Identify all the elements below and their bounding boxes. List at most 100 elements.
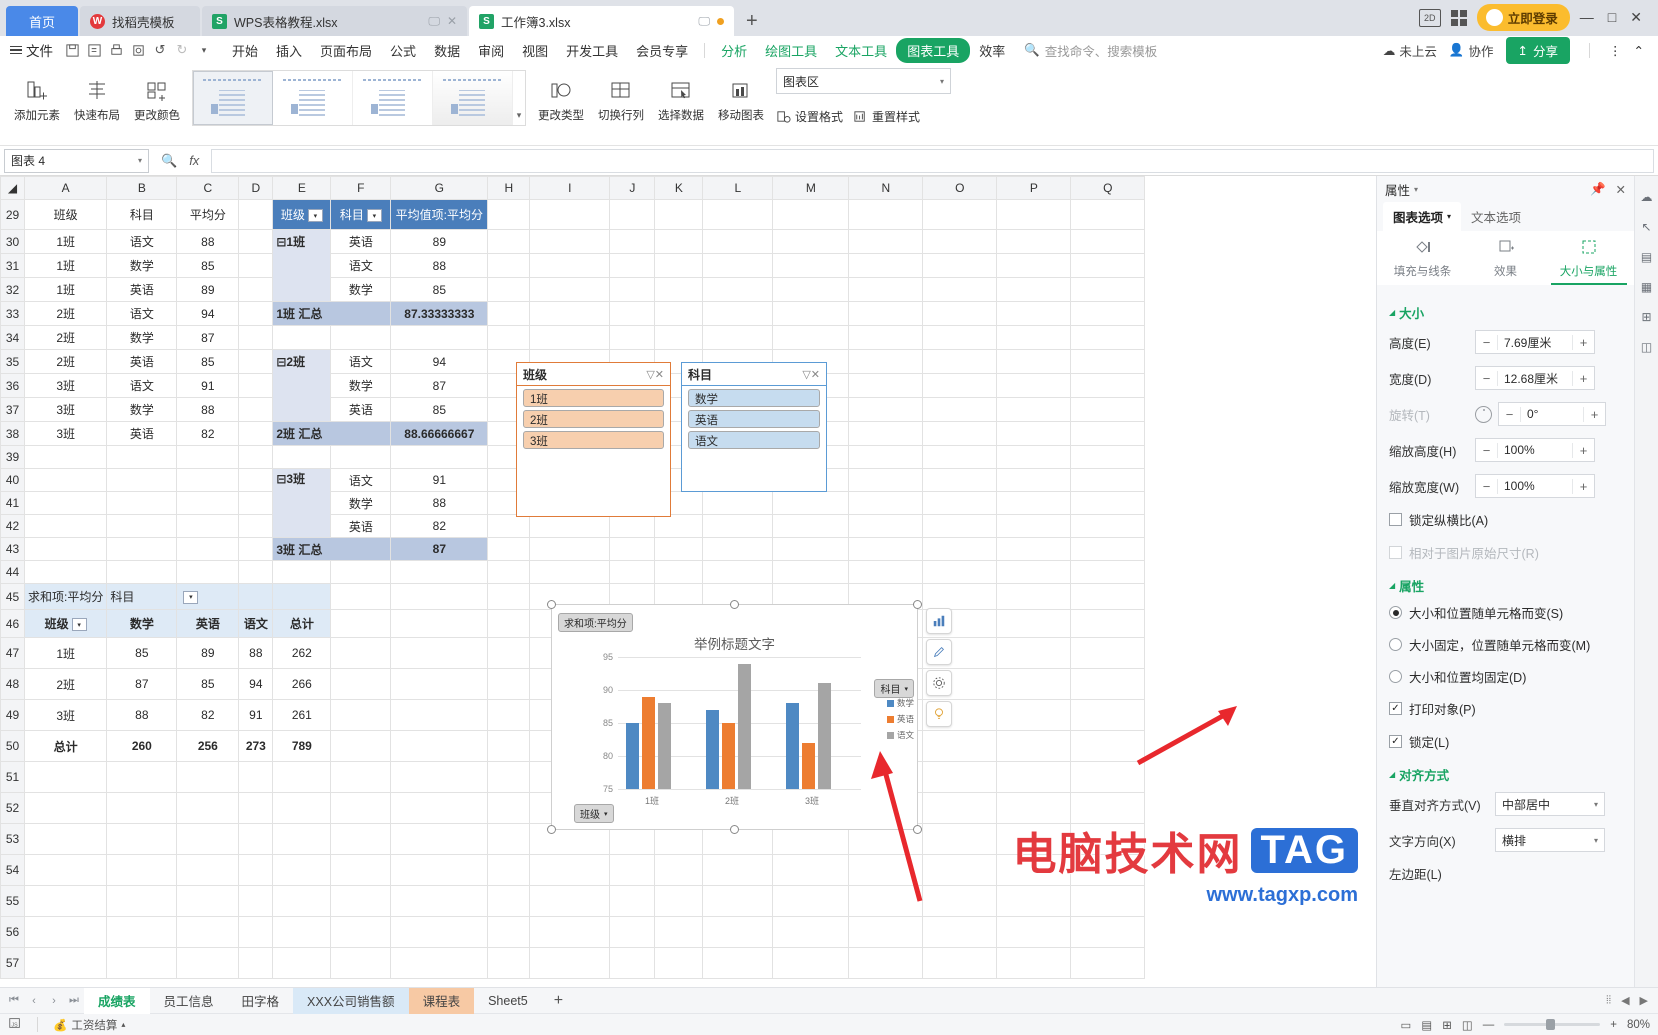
cell-G57[interactable] xyxy=(390,947,489,979)
cell-D38[interactable] xyxy=(238,421,274,446)
cell-A37[interactable]: 3班 xyxy=(23,397,108,422)
cell-J56[interactable] xyxy=(609,916,656,948)
spreadsheet-grid[interactable]: ◢ A B C D E F G H I J K L M N O P Q 29 班… xyxy=(0,176,1146,979)
cell-P29[interactable] xyxy=(996,199,1072,230)
cell-G35[interactable]: 94 xyxy=(390,349,489,374)
pivot2-grand-2[interactable]: 273 xyxy=(238,730,274,762)
cell-C52[interactable] xyxy=(176,792,240,824)
col-header-A[interactable]: A xyxy=(23,176,108,200)
slicer-class-item-2[interactable]: 2班 xyxy=(523,410,664,428)
cell-G32[interactable]: 85 xyxy=(390,277,489,302)
cell-D30[interactable] xyxy=(238,229,274,254)
cell-H33[interactable] xyxy=(487,301,531,326)
cell-D53[interactable] xyxy=(238,823,274,855)
scale-height-stepper[interactable]: − 100% + xyxy=(1475,438,1595,462)
row-header-53[interactable]: 53 xyxy=(0,823,25,855)
cell-D37[interactable] xyxy=(238,397,274,422)
rotation-knob[interactable] xyxy=(1475,405,1492,423)
tab-wps-tutorial[interactable]: S WPS表格教程.xlsx 🖵 ✕ xyxy=(202,6,467,36)
cell-G39[interactable] xyxy=(390,445,489,469)
shapes-icon[interactable]: ◫ xyxy=(1641,340,1652,354)
cell-I42[interactable] xyxy=(529,514,611,538)
cell-L32[interactable] xyxy=(702,277,774,302)
pivot2-cell-2-2[interactable]: 94 xyxy=(238,668,274,700)
cell-K42[interactable] xyxy=(654,514,704,538)
cell-M56[interactable] xyxy=(772,916,850,948)
cell-K30[interactable] xyxy=(654,229,704,254)
radio-dont-move-or-size[interactable]: 大小和位置均固定(D) xyxy=(1389,667,1622,686)
fx-icon[interactable]: fx xyxy=(189,153,199,168)
cell-N54[interactable] xyxy=(848,854,924,886)
menu-item-analysis[interactable]: 分析 xyxy=(712,38,756,63)
legend-entry-math[interactable]: 数学 xyxy=(886,697,914,709)
row-header-38[interactable]: 38 xyxy=(0,421,25,446)
cell-B36[interactable]: 语文 xyxy=(106,373,178,398)
menu-item-chart-tools[interactable]: 图表工具 xyxy=(896,37,971,63)
pivot2-cell-3-3[interactable]: 261 xyxy=(272,699,332,731)
section-properties[interactable]: ◢ 属性 xyxy=(1389,576,1622,595)
row-header-49[interactable]: 49 xyxy=(0,699,25,731)
cell-D55[interactable] xyxy=(238,885,274,917)
col-header-Q[interactable]: Q xyxy=(1070,176,1146,200)
new-tab-button[interactable]: + xyxy=(734,10,770,36)
undo-icon[interactable]: ↺ xyxy=(149,40,171,60)
cell-N38[interactable] xyxy=(848,421,924,446)
page-break-icon[interactable]: ⊞ xyxy=(1442,1018,1452,1032)
chart-object[interactable]: 求和项:平均分 班级 ▾ 举例标题文字 95 90 85 80 75 1班 2班… xyxy=(551,604,918,830)
cell-F57[interactable] xyxy=(330,947,392,979)
close-button[interactable]: ✕ xyxy=(1630,9,1642,26)
row-header-39[interactable]: 39 xyxy=(0,445,25,469)
pivot2-row-label-3[interactable]: 3班 xyxy=(23,699,108,731)
cell-Q37[interactable] xyxy=(1070,397,1146,422)
table-row[interactable]: 44 xyxy=(0,560,1146,584)
cell-P44[interactable] xyxy=(996,560,1072,584)
cell-F35[interactable]: 语文 xyxy=(330,349,392,374)
cell-H53[interactable] xyxy=(487,823,531,855)
cell-E45[interactable] xyxy=(272,583,332,610)
reading-icon[interactable]: ◫ xyxy=(1462,1018,1473,1032)
cell-N44[interactable] xyxy=(848,560,924,584)
section-alignment[interactable]: ◢ 对齐方式 xyxy=(1389,765,1622,784)
scale-width-decrement-button[interactable]: − xyxy=(1476,478,1498,494)
pivot2-cell-1-1[interactable]: 89 xyxy=(176,637,240,669)
save-icon[interactable] xyxy=(61,40,83,60)
cell-G36[interactable]: 87 xyxy=(390,373,489,398)
cell-Q49[interactable] xyxy=(1070,699,1146,731)
chart-legend[interactable]: 数学 英语 语文 xyxy=(886,697,914,745)
col-header-F[interactable]: F xyxy=(330,176,392,200)
cell-F30[interactable]: 英语 xyxy=(330,229,392,254)
cell-Q50[interactable] xyxy=(1070,730,1146,762)
row-header-35[interactable]: 35 xyxy=(0,349,25,374)
resize-handle-bl[interactable] xyxy=(547,825,556,834)
reset-style-button[interactable]: 重置样式 xyxy=(853,108,920,125)
cell-Q30[interactable] xyxy=(1070,229,1146,254)
chart-element-select[interactable]: 图表区 ▾ xyxy=(776,68,951,94)
cell-C36[interactable]: 91 xyxy=(176,373,240,398)
tab-chart-options[interactable]: 图表选项 ▾ xyxy=(1383,202,1462,231)
chart-elements-icon[interactable] xyxy=(926,608,952,634)
gallery-thumb-4[interactable] xyxy=(433,71,513,125)
cell-O29[interactable] xyxy=(922,199,998,230)
cell-P46[interactable] xyxy=(996,609,1072,638)
cell-I54[interactable] xyxy=(529,854,611,886)
print-preview-icon[interactable] xyxy=(127,40,149,60)
cell-J29[interactable] xyxy=(609,199,656,230)
bar-chinese-2[interactable] xyxy=(738,663,751,789)
cell-A54[interactable] xyxy=(23,854,108,886)
cell-P53[interactable] xyxy=(996,823,1072,855)
cell-D35[interactable] xyxy=(238,349,274,374)
vertical-align-select[interactable]: 中部居中 ▾ xyxy=(1495,792,1605,816)
cell-H49[interactable] xyxy=(487,699,531,731)
cell-O51[interactable] xyxy=(922,761,998,793)
menu-item-insert[interactable]: 插入 xyxy=(267,38,311,63)
sheet-tab-yuangongxinxi[interactable]: 员工信息 xyxy=(150,988,228,1014)
cell-J34[interactable] xyxy=(609,325,656,350)
cell-G52[interactable] xyxy=(390,792,489,824)
col-header-H[interactable]: H xyxy=(487,176,531,200)
cell-A32[interactable]: 1班 xyxy=(23,277,108,302)
cell-A29[interactable]: 班级 xyxy=(23,199,108,230)
menu-item-draw-tools[interactable]: 绘图工具 xyxy=(756,38,826,63)
cell-I43[interactable] xyxy=(529,537,611,561)
cell-P30[interactable] xyxy=(996,229,1072,254)
radio-move-not-size-circle[interactable] xyxy=(1389,638,1402,651)
